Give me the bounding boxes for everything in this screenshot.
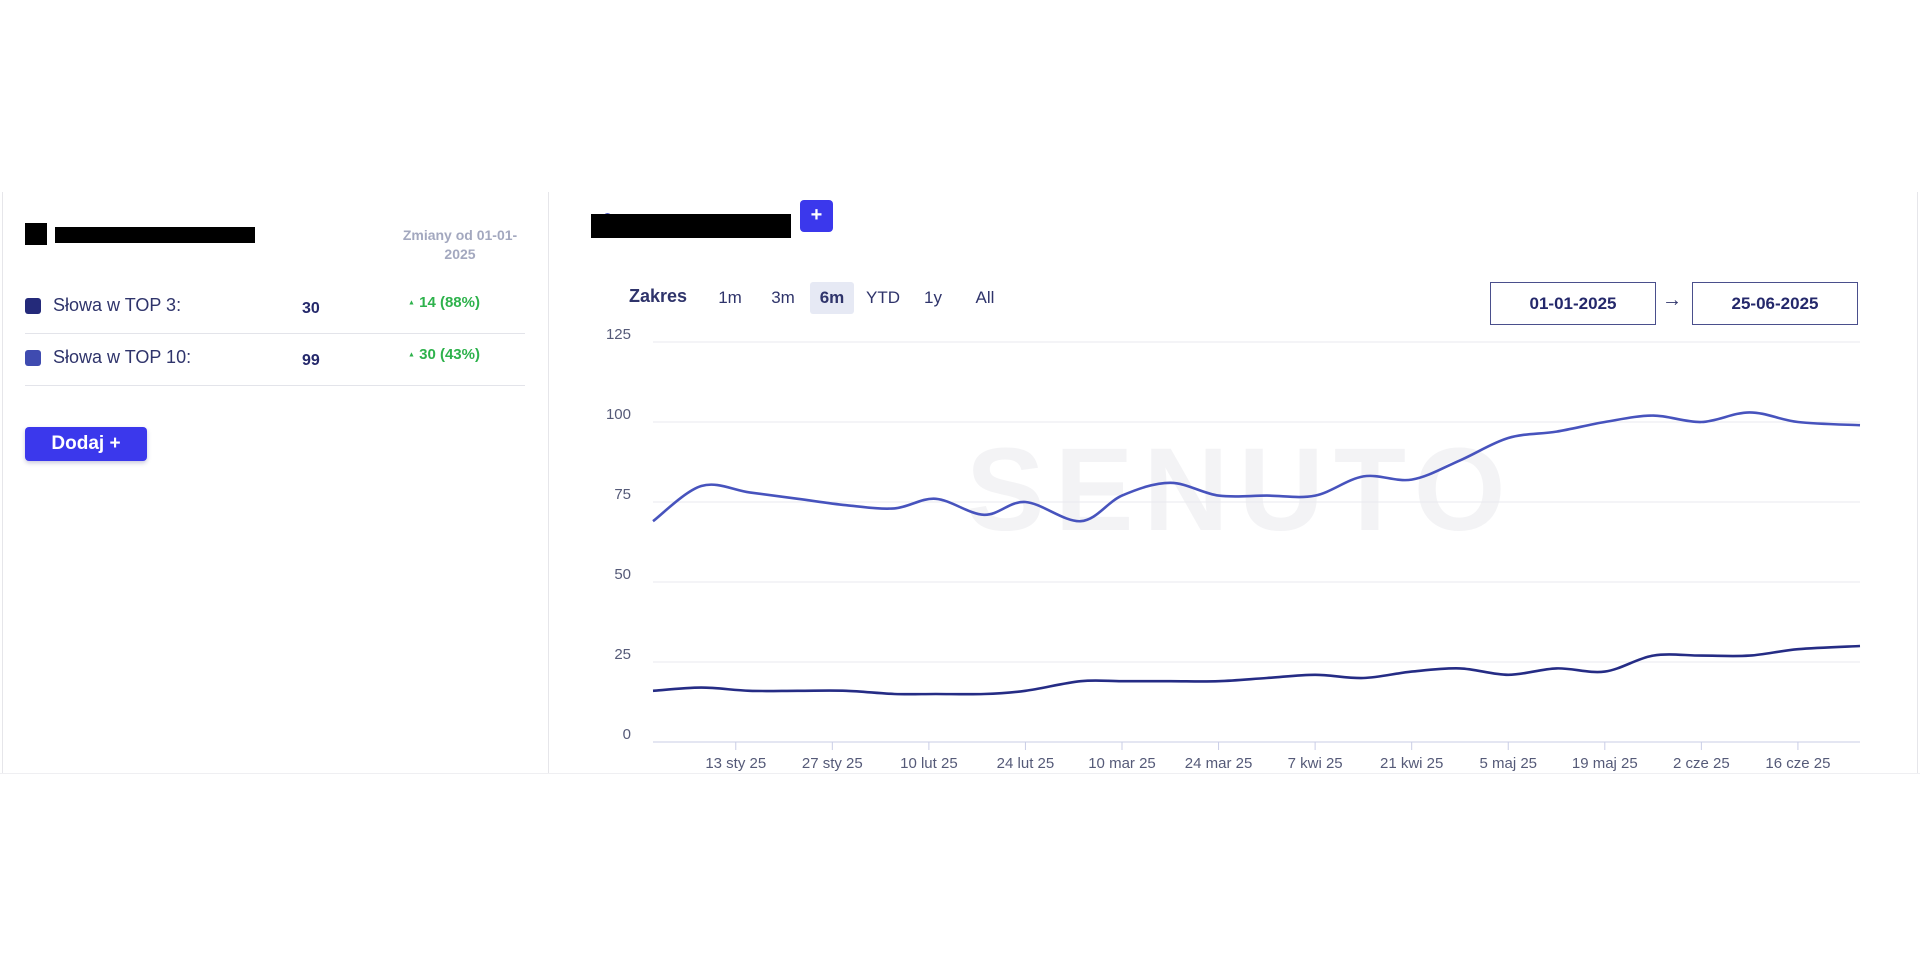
y-tick-label: 50 — [614, 566, 631, 583]
x-tick-label: 7 kwi 25 — [1288, 755, 1343, 772]
x-tick-label: 24 lut 25 — [997, 755, 1055, 772]
x-tick-label: 21 kwi 25 — [1380, 755, 1443, 772]
y-tick-label: 125 — [606, 326, 631, 343]
y-tick-label: 75 — [614, 486, 631, 503]
x-tick-label: 10 lut 25 — [900, 755, 958, 772]
x-tick-label: 5 maj 25 — [1479, 755, 1537, 772]
series-line-top3 — [652, 644, 1861, 696]
series-line-top10 — [652, 411, 1861, 523]
x-tick-label: 19 maj 25 — [1572, 755, 1638, 772]
x-tick-label: 2 cze 25 — [1673, 755, 1730, 772]
x-tick-label: 27 sty 25 — [802, 755, 863, 772]
x-tick-label: 24 mar 25 — [1185, 755, 1253, 772]
x-tick-label: 13 sty 25 — [705, 755, 766, 772]
x-tick-label: 10 mar 25 — [1088, 755, 1156, 772]
dashboard-panel: Zmiany od 01-01-2025 Słowa w TOP 3: 30 ▲… — [0, 192, 1920, 774]
y-tick-label: 100 — [606, 406, 631, 423]
y-tick-label: 25 — [614, 646, 631, 663]
ranking-line-chart: 0 25 50 75 100 125 13 sty 25 27 sty 25 10 lut 25… — [606, 326, 1861, 772]
x-tick-label: 16 cze 25 — [1765, 755, 1830, 772]
y-tick-label: 0 — [623, 726, 631, 743]
